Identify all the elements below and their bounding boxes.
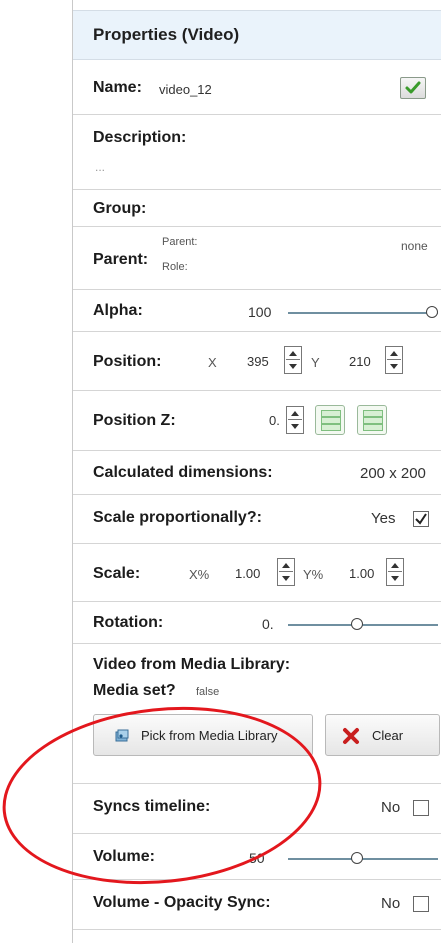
checkmark-icon — [415, 513, 427, 525]
position-z-value[interactable]: 0. — [269, 413, 280, 428]
position-y-stepper[interactable] — [385, 346, 403, 374]
media-set-value: false — [196, 686, 220, 698]
role-sub-label: Role: — [162, 261, 188, 273]
alpha-value: 100 — [248, 304, 272, 320]
checkmark-icon — [405, 81, 421, 94]
volume-opacity-sync-value: No — [381, 895, 401, 912]
calculated-dimensions-row: Calculated dimensions: 200 x 200 — [73, 451, 441, 495]
rotation-slider-thumb[interactable] — [351, 618, 363, 630]
description-row: Description: ... — [73, 115, 441, 190]
rotation-label: Rotation: — [93, 614, 164, 631]
calculated-dimensions-value: 200 x 200 — [360, 465, 426, 482]
position-x-value[interactable]: 395 — [247, 354, 269, 369]
scale-x-label: X% — [189, 567, 210, 582]
scale-proportionally-row: Scale proportionally?: Yes — [73, 495, 441, 544]
alpha-slider-thumb[interactable] — [426, 306, 438, 318]
scale-label: Scale: — [93, 565, 141, 582]
clear-x-icon — [343, 728, 359, 744]
alpha-label: Alpha: — [93, 302, 143, 319]
scale-x-stepper[interactable] — [277, 558, 295, 586]
volume-label: Volume: — [93, 848, 155, 865]
position-z-stepper[interactable] — [286, 406, 304, 434]
syncs-timeline-row: Syncs timeline: No — [73, 784, 441, 834]
media-set-label: Media set? — [93, 682, 176, 699]
scale-y-label: Y% — [303, 567, 324, 582]
parent-label: Parent: — [93, 251, 149, 268]
name-value[interactable]: video_12 — [159, 82, 212, 97]
position-z-row: Position Z: 0. — [73, 391, 441, 451]
position-x-label: X — [208, 355, 217, 370]
volume-opacity-sync-row: Volume - Opacity Sync: No — [73, 880, 441, 930]
position-label: Position: — [93, 353, 162, 370]
volume-opacity-sync-label: Volume - Opacity Sync: — [93, 894, 271, 911]
scale-row: Scale: X% 1.00 Y% 1.00 — [73, 544, 441, 602]
parent-value: none — [401, 239, 428, 253]
clear-media-label: Clear — [372, 728, 404, 743]
syncs-timeline-checkbox[interactable] — [413, 800, 429, 816]
group-row: Group: — [73, 190, 441, 227]
rotation-slider[interactable] — [288, 624, 438, 626]
syncs-timeline-label: Syncs timeline: — [93, 798, 211, 815]
rotation-value: 0. — [262, 616, 274, 632]
position-x-stepper[interactable] — [284, 346, 302, 374]
video-media-label: Video from Media Library: — [93, 656, 291, 673]
send-backward-button[interactable] — [357, 405, 387, 435]
scale-y-value[interactable]: 1.00 — [349, 566, 374, 581]
alpha-slider[interactable] — [288, 312, 438, 314]
parent-row: Parent: Parent: Role: none — [73, 227, 441, 290]
volume-slider-thumb[interactable] — [351, 852, 363, 864]
scale-proportionally-label: Scale proportionally?: — [93, 509, 262, 526]
panel-title: Properties (Video) — [93, 25, 240, 44]
position-y-label: Y — [311, 355, 320, 370]
position-y-value[interactable]: 210 — [349, 354, 371, 369]
properties-panel: Properties (Video) Name: video_12 Descri… — [72, 0, 441, 943]
scale-proportionally-checkbox[interactable] — [413, 511, 429, 527]
rotation-row: Rotation: 0. — [73, 602, 441, 644]
position-z-label: Position Z: — [93, 412, 176, 429]
syncs-timeline-value: No — [381, 799, 401, 816]
scale-y-stepper[interactable] — [386, 558, 404, 586]
video-media-row: Video from Media Library: Media set? fal… — [73, 644, 441, 784]
pick-from-media-library-label: Pick from Media Library — [141, 728, 278, 743]
description-label: Description: — [93, 129, 187, 146]
bring-forward-button[interactable] — [315, 405, 345, 435]
name-label: Name: — [93, 79, 142, 96]
calculated-dimensions-label: Calculated dimensions: — [93, 464, 273, 481]
media-library-icon — [115, 729, 129, 742]
group-label: Group: — [93, 200, 147, 217]
description-value[interactable]: ... — [95, 160, 105, 174]
volume-row: Volume: 50 — [73, 834, 441, 880]
pick-from-media-library-button[interactable]: Pick from Media Library — [93, 714, 313, 756]
clear-media-button[interactable]: Clear — [325, 714, 440, 756]
panel-header: Properties (Video) — [73, 10, 441, 60]
name-row: Name: video_12 — [73, 60, 441, 115]
confirm-name-button[interactable] — [400, 77, 426, 99]
volume-value: 50 — [249, 850, 265, 866]
volume-slider[interactable] — [288, 858, 438, 860]
scale-proportionally-value: Yes — [371, 510, 396, 527]
scale-x-value[interactable]: 1.00 — [235, 566, 260, 581]
position-row: Position: X 395 Y 210 — [73, 332, 441, 391]
parent-sub-label: Parent: — [162, 236, 198, 248]
alpha-row: Alpha: 100 — [73, 290, 441, 332]
volume-opacity-sync-checkbox[interactable] — [413, 896, 429, 912]
